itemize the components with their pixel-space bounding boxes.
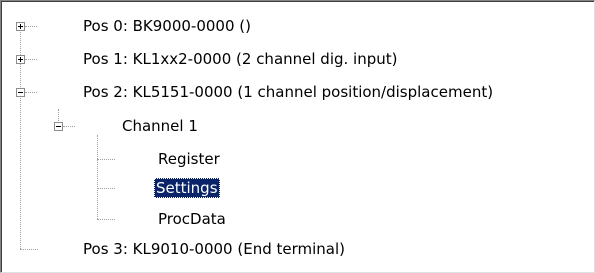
tree-item-register[interactable]: Register	[156, 149, 222, 169]
tree-item-settings[interactable]: Settings	[154, 178, 220, 198]
tree-item-pos3[interactable]: Pos 3: KL9010-0000 (End terminal)	[81, 239, 347, 259]
tree-item-pos0[interactable]: Pos 0: BK9000-0000 ()	[81, 16, 253, 36]
tree-item-channel-1[interactable]: Channel 1	[120, 116, 200, 136]
collapse-minus-icon[interactable]	[54, 122, 63, 131]
tree-connector	[25, 26, 37, 27]
tree-item-pos1[interactable]: Pos 1: KL1xx2-0000 (2 channel dig. input…	[81, 49, 400, 69]
tree-connector	[97, 159, 115, 160]
tree-connector	[25, 92, 37, 93]
tree-item-procdata[interactable]: ProcData	[156, 209, 228, 229]
tree-view[interactable]: Pos 0: BK9000-0000 () Pos 1: KL1xx2-0000…	[0, 0, 595, 273]
tree-connector	[20, 249, 38, 250]
tree-connector	[25, 59, 37, 60]
tree-connector	[97, 188, 115, 189]
tree-connector	[63, 126, 75, 127]
collapse-minus-icon[interactable]	[16, 88, 25, 97]
expand-plus-icon[interactable]	[16, 22, 25, 31]
tree-connector-channel	[97, 135, 98, 219]
tree-connector	[97, 219, 115, 220]
expand-plus-icon[interactable]	[16, 55, 25, 64]
tree-connector	[58, 109, 59, 121]
tree-item-pos2[interactable]: Pos 2: KL5151-0000 (1 channel position/d…	[81, 82, 495, 102]
